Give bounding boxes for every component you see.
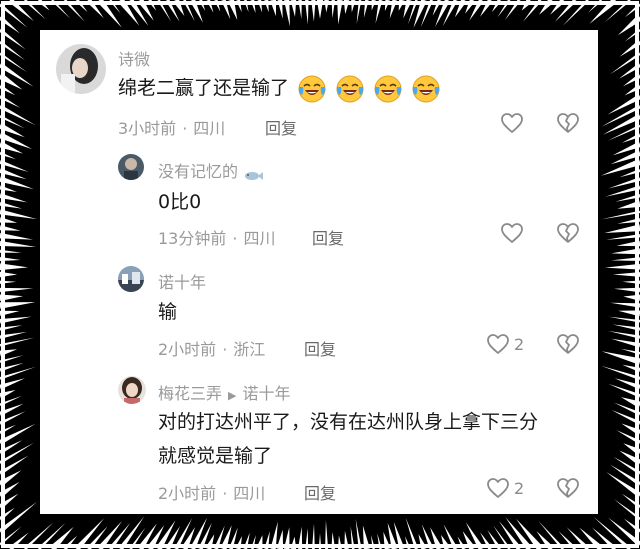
heart-icon	[500, 222, 524, 244]
reply-to-user[interactable]: 诺十年	[242, 384, 290, 403]
reply-button[interactable]: 回复	[265, 115, 297, 139]
comment-meta: 3小时前 · 四川	[118, 115, 225, 139]
laugh-cry-emoji	[335, 74, 365, 104]
broken-heart-icon	[556, 477, 580, 499]
timestamp: 2小时前	[158, 484, 217, 503]
broken-heart-icon	[556, 222, 580, 244]
avatar[interactable]	[118, 154, 144, 180]
like-count: 2	[514, 478, 525, 498]
broken-heart-icon	[556, 112, 580, 134]
like-button[interactable]: 2	[486, 333, 524, 355]
separator: ·	[222, 340, 228, 359]
comment-text-line2: 就感觉是输了	[158, 445, 273, 467]
laugh-cry-emoji	[411, 74, 441, 104]
heart-icon	[486, 333, 510, 355]
comment-text: 绵老二赢了还是输了	[118, 72, 441, 104]
avatar[interactable]	[118, 376, 146, 404]
reply-button[interactable]: 回复	[304, 336, 336, 360]
like-button[interactable]: 2	[486, 477, 524, 499]
comment-panel: 诗微 绵老二赢了还是输了 3小时前 · 四川 回复 没有记忆的 0比0 13分钟…	[40, 30, 598, 514]
dislike-button[interactable]	[556, 112, 580, 134]
avatar[interactable]	[56, 44, 106, 94]
comment-text-content: 绵老二赢了还是输了	[118, 77, 290, 99]
location: 四川	[243, 229, 276, 248]
username-text: 没有记忆的	[158, 162, 239, 181]
comment-meta: 13分钟前 · 四川	[158, 225, 275, 249]
location: 四川	[193, 119, 226, 138]
laugh-cry-emoji	[373, 74, 403, 104]
timestamp: 2小时前	[158, 340, 217, 359]
heart-icon	[486, 477, 510, 499]
username[interactable]: 诗微	[118, 46, 150, 70]
username[interactable]: 梅花三弄 ▶ 诺十年	[158, 380, 291, 404]
laugh-cry-emoji	[297, 74, 327, 104]
comment-meta: 2小时前 · 四川	[158, 480, 265, 504]
dislike-button[interactable]	[556, 477, 580, 499]
reply-button[interactable]: 回复	[312, 225, 344, 249]
dislike-button[interactable]	[556, 333, 580, 355]
separator: ·	[182, 119, 188, 138]
separator: ·	[232, 229, 238, 248]
fish-icon	[243, 167, 264, 180]
comment-meta: 2小时前 · 浙江	[158, 336, 265, 360]
location: 四川	[233, 484, 266, 503]
username[interactable]: 诺十年	[158, 269, 206, 293]
avatar[interactable]	[118, 266, 144, 292]
comment-text: 输	[158, 301, 178, 323]
heart-icon	[500, 112, 524, 134]
reply-button[interactable]: 回复	[304, 480, 336, 504]
timestamp: 3小时前	[118, 119, 177, 138]
username-text: 梅花三弄	[158, 384, 223, 403]
like-button[interactable]	[500, 112, 524, 134]
dislike-button[interactable]	[556, 222, 580, 244]
comment-text: 0比0	[158, 191, 202, 213]
reply-arrow-icon: ▶	[228, 389, 237, 402]
like-count: 2	[514, 334, 525, 354]
username[interactable]: 没有记忆的	[158, 158, 264, 182]
timestamp: 13分钟前	[158, 229, 227, 248]
separator: ·	[222, 484, 228, 503]
comment-text: 对的打达州平了，没有在达州队身上拿下三分	[158, 411, 539, 433]
like-button[interactable]	[500, 222, 524, 244]
location: 浙江	[233, 340, 266, 359]
broken-heart-icon	[556, 333, 580, 355]
